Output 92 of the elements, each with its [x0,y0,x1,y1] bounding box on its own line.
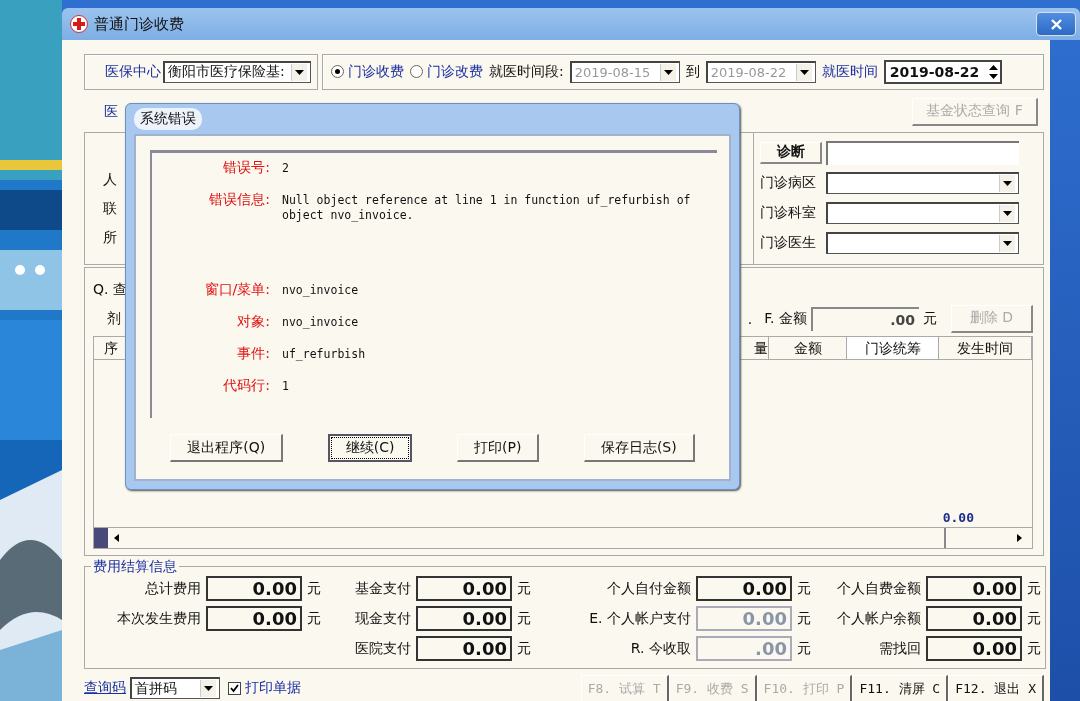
field-value: nvo_invoice [282,282,360,298]
checkbox[interactable] [228,681,241,695]
dialog-title: 系统错误 [134,108,202,130]
unit-label: 元 [797,579,812,598]
field-label: 所 [103,228,117,247]
amount-field[interactable]: 0.00 [926,606,1022,632]
unit-label: 元 [517,609,532,628]
field-label: 门诊科室 [760,203,817,222]
amount-field[interactable]: 0.00 [206,606,302,632]
amount-field[interactable]: 0.00 [206,576,302,602]
field-label: 个人自费金额 [836,579,921,598]
field-label: 基金支付 [354,579,411,598]
dropdown-field[interactable] [826,171,1019,194]
dropdown-field[interactable]: 衡阳市医疗保险基: [163,60,311,83]
radio-button[interactable]: 门诊收费 [331,62,404,81]
amount-field[interactable]: 0.00 [696,576,792,602]
date-spin-field[interactable]: 2019-08-22 [883,59,1002,84]
scroll-right-icon[interactable] [1017,533,1022,542]
amount-field[interactable]: 0.00 [416,636,512,662]
amount-field[interactable]: 0.00 [416,576,512,602]
field-label: 窗口/菜单: [203,281,271,299]
dialog-button[interactable]: 退出程序(Q) [170,434,284,462]
field-label: 联 [103,199,117,218]
window-title: 普通门诊收费 [94,14,184,34]
amount-field[interactable]: 0.00 [926,636,1022,662]
field-label: 医 [104,102,118,121]
unit-label: 元 [1027,639,1042,658]
unit-label: 元 [797,639,812,658]
field-label: 就医时间 [821,62,878,81]
field-label: 代码行: [222,377,271,395]
medical-cross-icon [70,15,88,33]
close-icon[interactable] [1050,18,1062,30]
unit-label: 元 [1027,579,1042,598]
column-header: 门诊统筹 [847,336,939,359]
field-label: 门诊医生 [760,233,817,252]
field-label: 现金支付 [354,609,411,628]
dropdown-field[interactable] [826,201,1019,224]
field-label: 对象: [236,313,271,331]
unit-label: 元 [307,579,322,598]
radio-button[interactable]: 门诊改费 [410,62,483,81]
spin-arrows-icon[interactable] [988,63,998,80]
diagnosis-button[interactable]: 诊断 [760,141,822,164]
unit-label: 元 [923,309,937,328]
field-value: 1 [282,378,290,394]
field-label: 医保中心 [105,62,161,81]
unit-label: 元 [517,639,532,658]
field-label: 医院支付 [354,639,411,658]
field-label: 个人自付金额 [606,579,691,598]
unit-label: 元 [1027,609,1042,628]
field-label: E. 个人帐户支付 [588,609,691,628]
action-button[interactable]: F11. 清屏 C [852,675,949,701]
field-label: Q. 查 [93,280,127,299]
field-value: uf_refurbish [282,346,367,362]
field-value: Null object reference at line 1 in function uf_refurbish of object nvo_invoice. [282,192,692,223]
field-value: . [747,310,753,327]
field-label: 错误号: [222,159,271,177]
action-button[interactable]: F12. 退出 X [948,675,1044,701]
field-label: 总计费用 [144,579,201,598]
field-label: 需找回 [878,639,921,658]
dialog-button[interactable]: 打印(P) [457,434,540,462]
dropdown-field[interactable] [826,231,1019,254]
field-label: R. 今收取 [629,639,691,658]
scroll-left-icon[interactable] [114,533,119,542]
field-label: 本次发生费用 [116,609,201,628]
unit-label: 元 [307,609,322,628]
field-label: 人 [103,170,117,189]
amount-field[interactable]: 0.00 [926,576,1022,602]
field-label: 门诊病区 [760,173,817,192]
amount-field[interactable]: .00 [811,306,919,331]
field-label: F. 金额 [764,309,807,328]
diagnosis-field[interactable] [826,140,1019,165]
group-title: 费用结算信息 [92,557,178,576]
total-value: 0.00 [942,509,974,525]
field-label: 到 [685,62,700,81]
amount-field[interactable]: 0.00 [416,606,512,632]
column-header: 发生时间 [939,336,1032,359]
field-label: 剂 [107,309,121,328]
field-label: 事件: [236,345,271,363]
field-label: 就医时间段: [489,62,564,81]
field-value: nvo_invoice [282,314,360,330]
dialog-button[interactable]: 继续(C) [327,434,413,462]
unit-label: 元 [797,609,812,628]
scrollbar-thumb[interactable] [94,527,108,548]
field-value: 2 [282,160,290,176]
field-label: 查询码 [84,679,126,697]
dialog-button[interactable]: 保存日志(S) [583,434,695,462]
checkbox-label: 打印单据 [245,679,301,697]
unit-label: 元 [517,579,532,598]
dropdown-field[interactable]: 首拼码 [130,677,220,699]
field-label: 错误信息: [208,191,271,209]
close-button[interactable] [1036,12,1076,36]
field-label: 个人帐户余额 [836,609,921,628]
